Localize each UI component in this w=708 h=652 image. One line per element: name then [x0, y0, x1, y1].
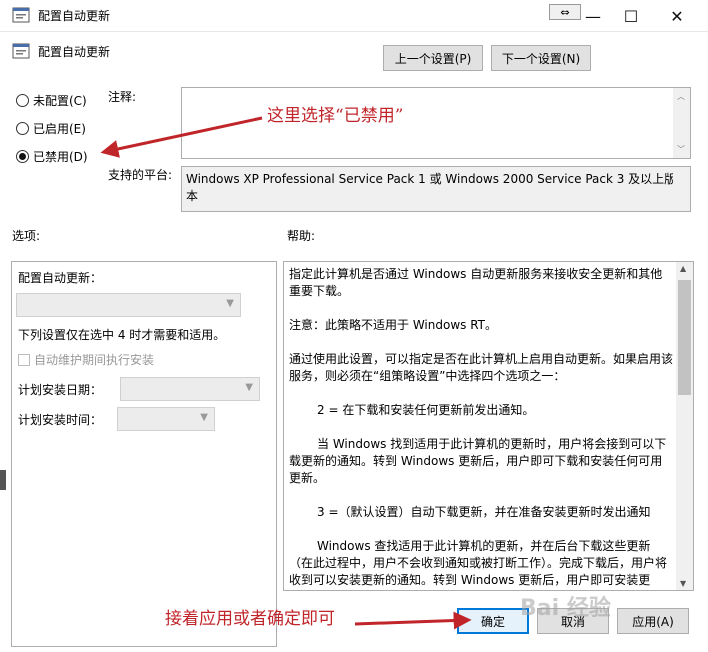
help-scrollbar[interactable]: ▲ ▼: [676, 262, 693, 590]
radio-not-configured[interactable]: 未配置(C): [16, 92, 87, 109]
radio-label: 未配置(C): [33, 94, 87, 108]
ok-button[interactable]: 确定: [457, 608, 529, 634]
policy-name: 配置自动更新: [38, 45, 111, 59]
close-button[interactable]: ✕: [654, 0, 700, 32]
scroll-up-icon[interactable]: ▲: [680, 264, 686, 273]
window-title: 配置自动更新: [38, 9, 111, 23]
options-panel: 配置自动更新： ▼ 下列设置仅在选中 4 时才需要和适用。 自动维护期间执行安装…: [11, 261, 277, 647]
schedule-day-select[interactable]: ▼: [120, 377, 260, 401]
scroll-down-icon[interactable]: ﹀: [677, 144, 685, 155]
annotation-apply-or-ok: 接着应用或者确定即可: [165, 609, 335, 629]
resize-icon: ⇔: [560, 5, 570, 19]
maximize-icon: ☐: [623, 6, 639, 26]
help-panel: 指定此计算机是否通过 Windows 自动更新服务来接收安全更新和其他重要下载。…: [283, 261, 694, 591]
radio-label: 已启用(E): [33, 122, 86, 136]
options-note: 下列设置仅在选中 4 时才需要和适用。: [18, 328, 226, 342]
help-text: 指定此计算机是否通过 Windows 自动更新服务来接收安全更新和其他重要下载。…: [289, 266, 674, 590]
maintenance-option[interactable]: 自动维护期间执行安装: [18, 351, 154, 368]
radio-enabled-indicator[interactable]: [16, 122, 29, 135]
schedule-day-label: 计划安装日期：: [18, 383, 103, 397]
platform-value: Windows XP Professional Service Pack 1 或…: [181, 166, 691, 212]
next-setting-button[interactable]: 下一个设置(N): [491, 45, 591, 71]
scroll-down-icon[interactable]: ▼: [680, 579, 686, 588]
maximize-button[interactable]: ☐: [608, 0, 654, 32]
scroll-up-icon[interactable]: ︿: [677, 91, 685, 102]
help-paragraph: 当 Windows 找到适用于此计算机的更新时，用户将会接到可以下载更新的通知。…: [289, 437, 667, 485]
configure-updates-select[interactable]: ▼: [16, 293, 241, 317]
radio-not-configured-indicator[interactable]: [16, 94, 29, 107]
comment-label: 注释:: [108, 90, 137, 104]
chevron-down-icon: ▼: [226, 298, 234, 309]
radio-label: 已禁用(D): [33, 150, 88, 164]
options-label: 选项:: [12, 229, 41, 243]
schedule-time-label: 计划安装时间：: [18, 413, 103, 427]
radio-disabled-indicator[interactable]: [16, 150, 29, 163]
comment-scrollbar[interactable]: ︿ ﹀: [673, 88, 690, 158]
help-paragraph: 通过使用此设置，可以指定是否在此计算机上启用自动更新。如果启用该服务，则必须在“…: [289, 352, 674, 383]
policy-icon: [12, 43, 30, 59]
help-paragraph: 指定此计算机是否通过 Windows 自动更新服务来接收安全更新和其他重要下载。: [289, 267, 663, 298]
help-paragraph: 注意：此策略不适用于 Windows RT。: [289, 318, 497, 332]
platform-label: 支持的平台:: [108, 168, 173, 182]
platform-text: Windows XP Professional Service Pack 1 或…: [186, 172, 677, 203]
platform-scrollbar[interactable]: [673, 167, 690, 211]
help-paragraph: 2 = 在下载和安装任何更新前发出通知。: [317, 403, 535, 417]
maintenance-checkbox[interactable]: [18, 353, 30, 366]
radio-enabled[interactable]: 已启用(E): [16, 120, 86, 137]
minimize-icon: —: [585, 6, 601, 26]
chevron-down-icon: ▼: [245, 382, 253, 393]
watermark: Bai 经验: [520, 596, 611, 621]
annotation-select-disabled: 这里选择“已禁用”: [267, 106, 404, 126]
policy-icon: [12, 7, 30, 23]
arrow-to-ok: [354, 611, 472, 630]
maintenance-label: 自动维护期间执行安装: [34, 353, 155, 367]
configure-updates-label: 配置自动更新：: [18, 271, 103, 285]
apply-button[interactable]: 应用(A): [617, 608, 689, 634]
comment-input[interactable]: ︿ ﹀: [181, 87, 691, 159]
help-scroll-thumb[interactable]: [678, 280, 691, 395]
schedule-time-select[interactable]: ▼: [117, 407, 215, 431]
radio-disabled[interactable]: 已禁用(D): [16, 148, 88, 165]
close-icon: ✕: [670, 6, 684, 26]
chevron-down-icon: ▼: [200, 412, 208, 423]
help-paragraph: Windows 查找适用于此计算机的更新，并在后台下载这些更新（在此过程中，用户…: [289, 539, 668, 587]
window-edge: [0, 470, 6, 490]
help-label: 帮助:: [287, 229, 316, 243]
help-paragraph: 3 =（默认设置）自动下载更新，并在准备安装更新时发出通知: [317, 505, 651, 519]
previous-setting-button[interactable]: 上一个设置(P): [383, 45, 483, 71]
